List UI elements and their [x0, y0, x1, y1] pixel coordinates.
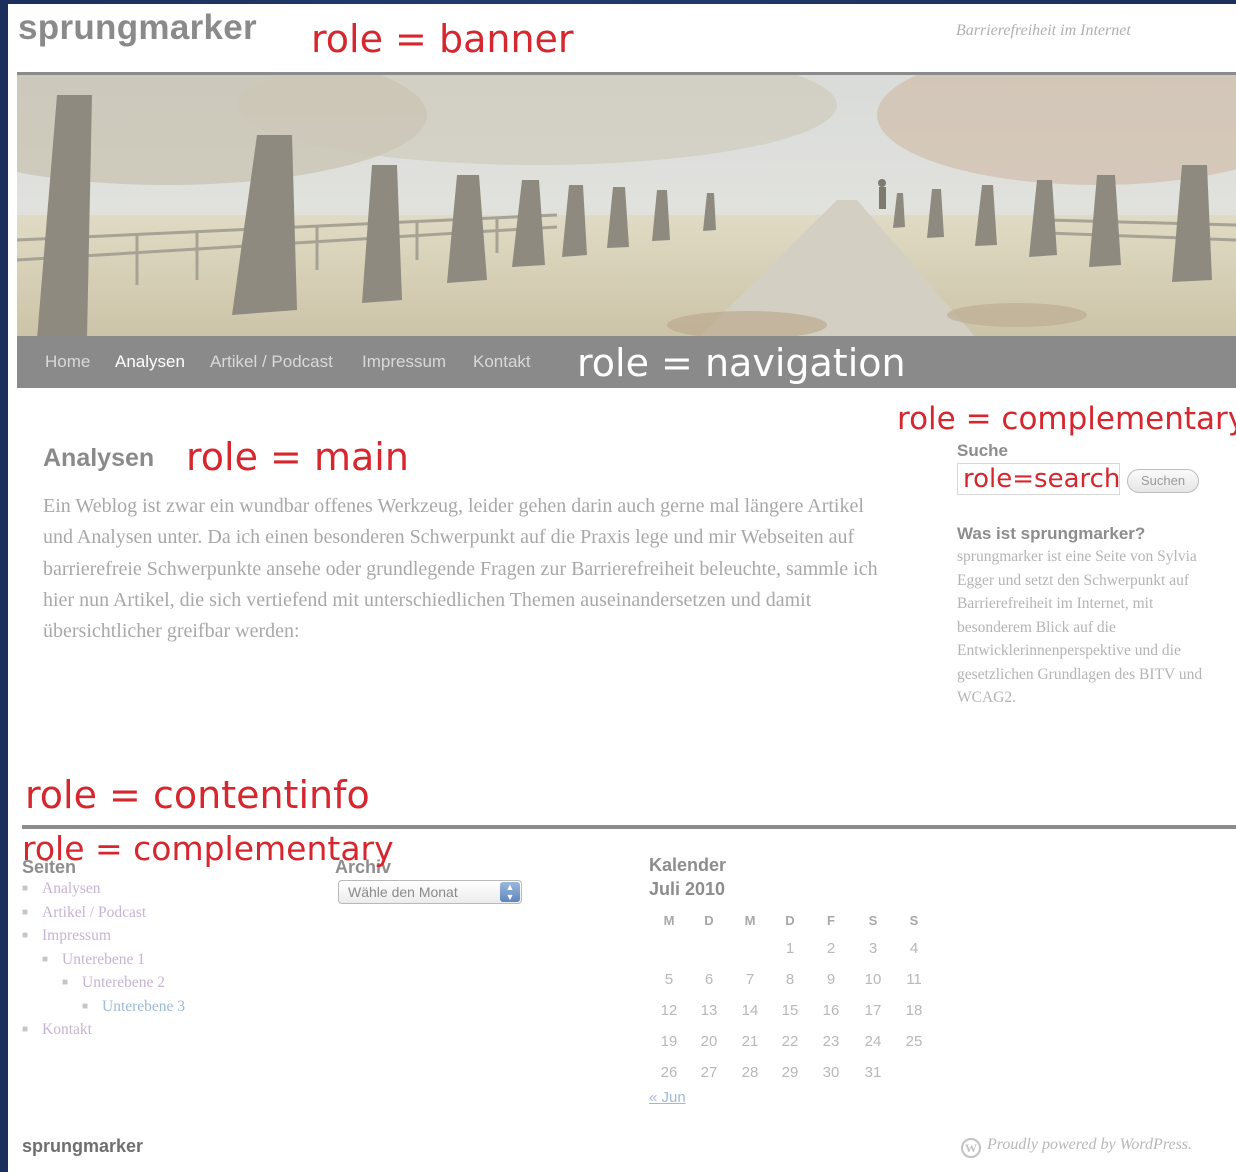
page-link-unterebene-3[interactable]: Unterebene 3 [102, 995, 185, 1019]
wordpress-icon: W [961, 1138, 981, 1158]
nav-item-home[interactable]: Home [45, 352, 90, 372]
header-image [17, 72, 1236, 336]
calendar-prev-month-link[interactable]: « Jun [649, 1089, 686, 1106]
calendar-day: 30 [822, 1064, 840, 1081]
calendar-day: 14 [741, 1002, 759, 1019]
calendar-weekday-header: M [663, 913, 675, 928]
page-link-analysen[interactable]: Analysen [42, 877, 101, 901]
calendar-day: 27 [700, 1064, 718, 1081]
calendar-day: 12 [660, 1002, 678, 1019]
archive-month-select[interactable]: Wähle den Monat ▲ ▼ [338, 880, 522, 904]
calendar-day: 19 [660, 1033, 678, 1050]
search-role-annotation: role=search [963, 464, 1121, 494]
calendar-weekday-header: M [744, 913, 756, 928]
calendar-day: 20 [700, 1033, 718, 1050]
sidebar-role-annotation: role = complementary [897, 401, 1236, 437]
main-paragraph: Ein Weblog ist zwar ein wundbar offenes … [43, 495, 878, 643]
calendar-day: 11 [906, 971, 922, 988]
about-widget-title: Was ist sprungmarker? [957, 524, 1146, 543]
page-link-impressum[interactable]: Impressum [42, 924, 111, 948]
nav-item-impressum[interactable]: Impressum [362, 352, 446, 372]
banner-role-annotation: role = banner [311, 17, 574, 61]
site-title[interactable]: sprungmarker [18, 8, 257, 48]
footer-site-name[interactable]: sprungmarker [22, 1136, 143, 1157]
calendar-day: 18 [905, 1002, 923, 1019]
nav-item-kontakt[interactable]: Kontakt [473, 352, 531, 372]
calendar-day: 17 [864, 1002, 882, 1019]
main-role-annotation: role = main [186, 435, 409, 479]
page-title: Analysen [43, 444, 155, 472]
calendar-day: 3 [868, 940, 878, 957]
about-widget-text: sprungmarker ist eine Seite von Sylvia E… [957, 548, 1203, 706]
page: sprungmarker role = banner Barrierefreih… [8, 4, 1236, 1172]
calendar-day: 8 [785, 971, 795, 988]
calendar-day: 1 [785, 940, 795, 957]
contentinfo-role-annotation: role = contentinfo [25, 773, 370, 817]
wordpress-credit-text: Proudly powered by WordPress. [987, 1136, 1193, 1153]
calendar-day: 5 [664, 971, 674, 988]
footer-complementary-role-annotation: role = complementary [22, 829, 394, 868]
calendar-caption: Juli 2010 [649, 879, 726, 899]
calendar-day: 4 [909, 940, 919, 957]
calendar-grid: M D M D F S S 1 2 3 4 5 6 7 8 9 10 11 12 13 14 15 16 17 18 19 20 21… [649, 906, 939, 1086]
calendar-day: 22 [781, 1033, 799, 1050]
page-link-unterebene-1[interactable]: Unterebene 1 [62, 948, 145, 972]
main-navigation: Home Analysen Artikel / Podcast Impressu… [17, 336, 1236, 388]
nav-item-analysen[interactable]: Analysen [115, 352, 185, 372]
calendar-weekday-header: S [868, 913, 878, 928]
calendar-day: 25 [905, 1033, 923, 1050]
calendar-day: 31 [864, 1064, 882, 1081]
calendar-day: 23 [822, 1033, 840, 1050]
page-link-kontakt[interactable]: Kontakt [42, 1018, 92, 1042]
calendar-day: 9 [826, 971, 836, 988]
calendar-widget-title: Kalender [649, 855, 727, 875]
archive-select-value: Wähle den Monat [348, 884, 458, 900]
select-arrows-icon: ▲ ▼ [500, 882, 520, 902]
search-widget-title: Suche [957, 441, 1009, 460]
nav-item-artikel-podcast[interactable]: Artikel / Podcast [210, 352, 333, 372]
calendar-day: 10 [864, 971, 882, 988]
calendar-day: 2 [826, 940, 836, 957]
calendar-day: 6 [704, 971, 714, 988]
wordpress-credit[interactable]: W Proudly powered by WordPress. [961, 1136, 1192, 1158]
site-tagline: Barrierefreiheit im Internet [956, 22, 1131, 39]
calendar-weekday-header: D [785, 913, 795, 928]
calendar-day: 16 [822, 1002, 840, 1019]
page-link-unterebene-2[interactable]: Unterebene 2 [82, 971, 165, 995]
calendar-day: 15 [781, 1002, 799, 1019]
calendar-weekday-header: S [909, 913, 919, 928]
calendar-day: 13 [700, 1002, 718, 1019]
navigation-role-annotation: role = navigation [577, 341, 906, 385]
calendar-day: 7 [745, 971, 755, 988]
calendar-weekday-header: D [704, 913, 714, 928]
page-link-artikel-podcast[interactable]: Artikel / Podcast [42, 901, 146, 925]
calendar-day: 29 [781, 1064, 799, 1081]
calendar-weekday-header: F [827, 913, 835, 928]
search-button[interactable]: Suchen [1127, 469, 1199, 493]
calendar-day: 21 [741, 1033, 759, 1050]
calendar-day: 26 [660, 1064, 678, 1081]
calendar-day: 24 [864, 1033, 882, 1050]
calendar-day: 28 [741, 1064, 759, 1081]
